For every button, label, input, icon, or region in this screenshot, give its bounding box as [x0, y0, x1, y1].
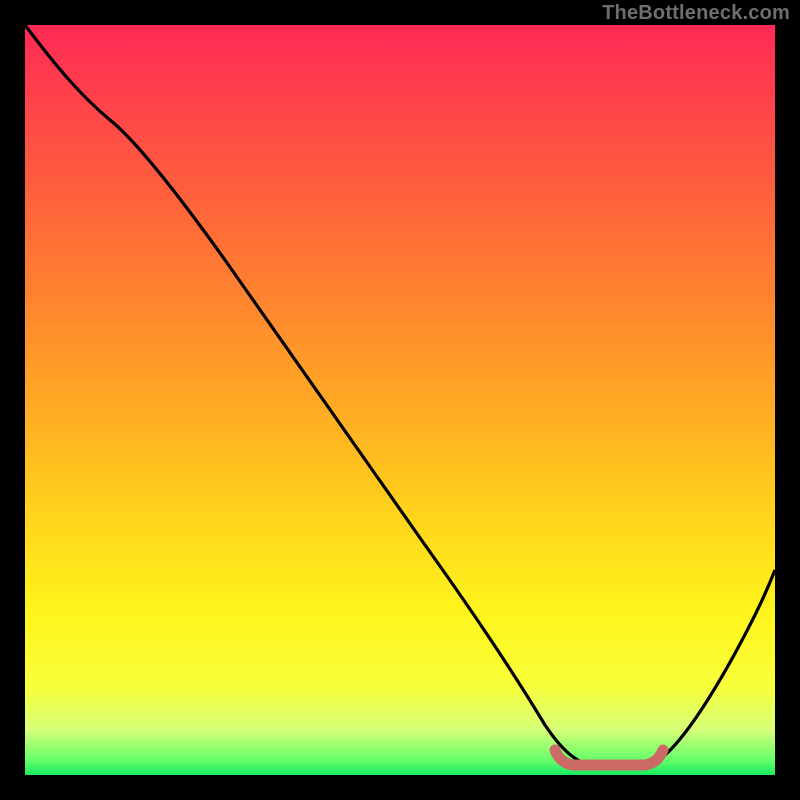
watermark-text: TheBottleneck.com: [602, 2, 790, 25]
chart-frame: [25, 25, 775, 775]
chart-svg: [25, 25, 775, 775]
bottleneck-curve: [25, 25, 775, 768]
